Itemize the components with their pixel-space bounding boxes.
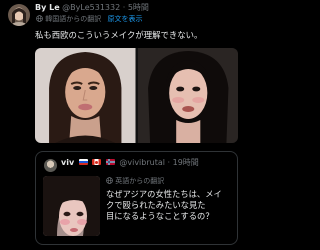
flag-canada-icon xyxy=(92,159,102,165)
post-text: 私も西欧のこういうメイクが理解できない。 xyxy=(35,30,203,40)
quoted-text-line: 目になるようなことするの？ xyxy=(106,211,214,221)
photo-western-makeup[interactable] xyxy=(35,48,136,143)
quoted-post-text: なぜアジアの女性たちは、メイ クで殴られたみたいな見た 目になるようなことするの… xyxy=(106,189,234,222)
quoted-translation-row: 英語からの翻訳 xyxy=(106,177,164,186)
separator-dot: · xyxy=(167,158,171,167)
quoted-text-line: なぜアジアの女性たちは、メイ xyxy=(106,189,222,199)
media-grid xyxy=(35,48,238,143)
quoted-post[interactable]: viv @vivibrutal · 19時間 英語からの翻訳 なぜアジアの女性た… xyxy=(35,151,238,245)
quoted-post-time[interactable]: 19時間 xyxy=(173,158,199,167)
photo-asian-makeup[interactable] xyxy=(137,48,238,143)
globe-icon xyxy=(106,177,115,185)
author-name[interactable]: By Le xyxy=(35,3,60,12)
quoted-author-name[interactable]: viv xyxy=(61,158,74,167)
separator-dot: · xyxy=(122,3,126,12)
post-time[interactable]: 5時間 xyxy=(128,3,149,12)
quoted-post-header: viv @vivibrutal · 19時間 xyxy=(61,158,199,168)
author-handle[interactable]: @ByLe531332 xyxy=(62,3,120,12)
globe-icon xyxy=(35,15,43,24)
translated-from-label: 韓国語からの翻訳 xyxy=(45,15,102,23)
translation-row: 韓国語からの翻訳 原文を表示 xyxy=(35,15,142,24)
quoted-author-avatar[interactable] xyxy=(44,159,57,172)
flag-norway-icon xyxy=(105,159,115,165)
show-original-link[interactable]: 原文を表示 xyxy=(107,15,142,23)
post[interactable]: By Le @ByLe531332 · 5時間 韓国語からの翻訳 原文を表示 私… xyxy=(0,0,245,250)
quoted-translated-from-label: 英語からの翻訳 xyxy=(115,177,165,185)
flag-russia-icon xyxy=(78,159,88,165)
author-avatar[interactable] xyxy=(8,4,30,26)
quoted-text-line: クで殴られたみたいな見た xyxy=(106,200,206,210)
post-header: By Le @ByLe531332 · 5時間 xyxy=(35,3,149,13)
quoted-post-photo[interactable] xyxy=(43,176,100,236)
quoted-author-handle[interactable]: @vivibrutal xyxy=(119,158,165,167)
